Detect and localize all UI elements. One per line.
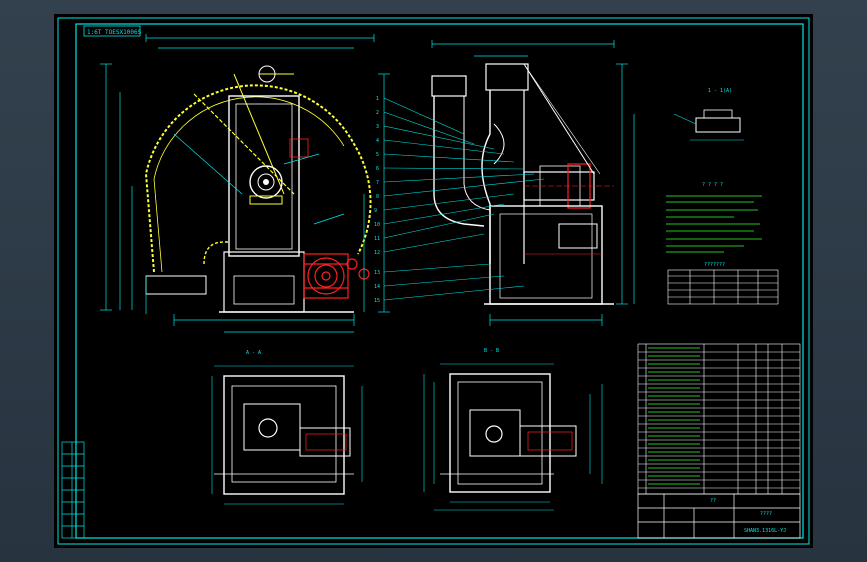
inner-frame [75, 23, 804, 539]
notes-heading: ? ? ? ? [702, 182, 723, 188]
technical-notes: ? ? ? ? ??????? [666, 182, 779, 305]
section-b-view: B - B [423, 348, 603, 511]
title-tag: 1:6T TOESX1006S [87, 29, 142, 36]
balloon-14: 14 [374, 284, 380, 290]
table-heading: ??????? [704, 262, 725, 268]
balloon-6: 6 [376, 166, 379, 172]
section-a-label: A - A [246, 350, 261, 356]
section-b-label: B - B [484, 348, 499, 354]
balloon-10: 10 [374, 222, 380, 228]
title-block-code: SHAN3.1316L-YJ [744, 528, 786, 534]
balloon-9: 9 [374, 208, 377, 214]
parts-footer: ?? [710, 498, 716, 504]
revision-strip [61, 441, 85, 539]
balloon-13: 13 [374, 270, 380, 276]
balloon-2: 2 [376, 110, 379, 116]
cad-viewport[interactable]: 1:6T TOESX1006S 1 2 3 4 5 6 7 8 9 10 11 … [0, 0, 867, 562]
detail-1-view: 1 - 1(A) [673, 88, 744, 141]
balloon-5: 5 [376, 152, 379, 158]
front-view [100, 34, 390, 333]
side-view [383, 40, 635, 326]
balloon-7: 7 [376, 180, 379, 186]
balloon-8: 8 [376, 194, 379, 200]
parts-list [637, 343, 801, 495]
balloon-1: 1 [376, 96, 379, 102]
balloon-4: 4 [376, 138, 379, 144]
balloon-12: 12 [374, 250, 380, 256]
section-top-label: 1 - 1(A) [708, 88, 732, 94]
balloon-labels: 1 2 3 4 5 6 7 8 9 10 11 12 13 14 15 [374, 96, 380, 304]
balloon-11: 11 [374, 236, 380, 242]
title-block-name: ???? [760, 511, 772, 517]
balloon-15: 15 [374, 298, 380, 304]
balloon-3: 3 [376, 124, 379, 130]
drawing-sheet: 1:6T TOESX1006S 1 2 3 4 5 6 7 8 9 10 11 … [54, 14, 813, 548]
section-a-view: A - A [211, 350, 363, 505]
drawing-canvas: 1:6T TOESX1006S 1 2 3 4 5 6 7 8 9 10 11 … [57, 17, 810, 545]
